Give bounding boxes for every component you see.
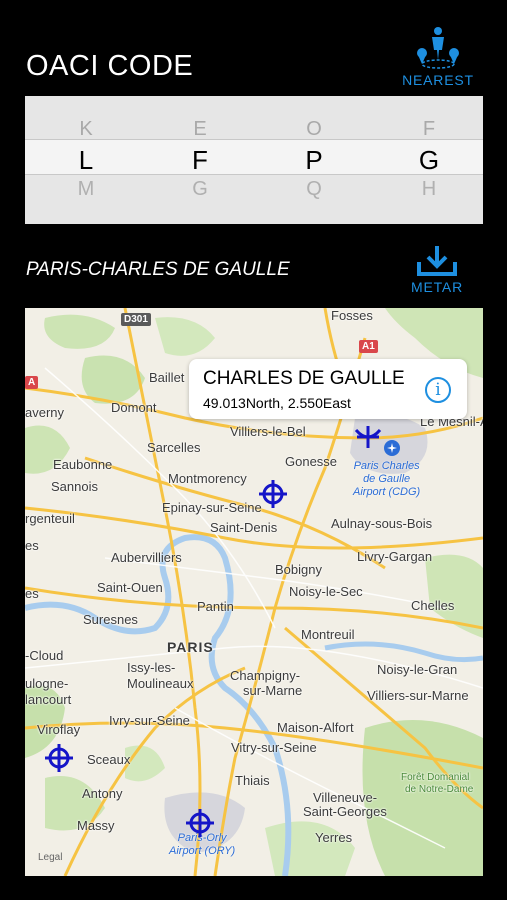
picker-prev-value[interactable]: O: [289, 118, 339, 141]
town-label: Vitry-sur-Seine: [231, 740, 317, 755]
town-label: es: [25, 538, 39, 553]
airport-label-line: Airport (CDG): [353, 486, 421, 498]
airport-label-cdg: Paris Charles de Gaulle Airport (CDG): [353, 460, 420, 499]
road-badge-a1: A1: [359, 340, 378, 353]
town-label: Suresnes: [83, 612, 138, 627]
airport-callout[interactable]: CHARLES DE GAULLE 49.013North, 2.550East…: [189, 359, 467, 419]
crosshair-airport-icon[interactable]: [258, 479, 288, 509]
metar-label: METAR: [411, 279, 463, 295]
town-label: Epinay-sur-Seine: [162, 500, 262, 515]
town-label: Thiais: [235, 773, 270, 788]
town-label: Chelles: [411, 598, 455, 613]
picker-prev-value[interactable]: E: [175, 118, 225, 141]
map-legal-link[interactable]: Legal: [38, 852, 62, 863]
crosshair-airport-icon[interactable]: [44, 743, 74, 773]
callout-coordinates: 49.013North, 2.550East: [203, 395, 351, 411]
town-label: Maison-Alfort: [277, 720, 354, 735]
town-label: Saint-Georges: [303, 804, 387, 819]
info-icon[interactable]: i: [425, 377, 451, 403]
nearest-label: NEAREST: [402, 72, 474, 88]
nearest-button[interactable]: NEAREST: [402, 26, 474, 90]
metar-button[interactable]: METAR: [406, 244, 468, 300]
airport-plane-icon: [384, 440, 400, 456]
town-label: Pantin: [197, 599, 234, 614]
town-label: Aulnay-sous-Bois: [331, 516, 433, 531]
town-label: ulogne-: [25, 676, 69, 691]
forest-label: Forêt Domanial: [401, 772, 470, 783]
picker-current-value[interactable]: L: [61, 145, 111, 176]
download-icon: [417, 246, 457, 276]
town-label: Villiers-le-Bel: [230, 424, 306, 439]
town-label: averny: [25, 405, 65, 420]
town-label-paris: PARIS: [167, 639, 214, 655]
airport-label-line: Airport (ORY): [169, 845, 236, 857]
town-label: Gonesse: [285, 454, 338, 469]
town-label: Bobigny: [275, 562, 322, 577]
crosshair-airport-icon[interactable]: [185, 808, 215, 838]
town-label: Noisy-le-Gran: [377, 662, 458, 677]
forest-label: de Notre-Dame: [405, 784, 474, 795]
town-label: Livry-Gargan: [357, 549, 433, 564]
picker-prev-value[interactable]: F: [404, 118, 454, 141]
town-label: Sarcelles: [147, 440, 201, 455]
town-label: rgenteuil: [25, 511, 75, 526]
town-label: Montreuil: [301, 627, 355, 642]
town-label: Fosses: [331, 308, 373, 323]
town-label: Domont: [111, 400, 157, 415]
town-label: Villeneuve-: [313, 790, 378, 805]
road-badge-a4: A: [25, 376, 39, 389]
town-label: Villiers-sur-Marne: [367, 688, 469, 703]
town-label: Aubervilliers: [111, 550, 182, 565]
picker-next-value[interactable]: G: [175, 178, 225, 201]
picker-prev-value[interactable]: K: [61, 118, 111, 141]
airport-map[interactable]: D301 A1 A Fosses Baillet Domont averny V…: [25, 308, 483, 876]
oaci-code-picker[interactable]: K L M E F G O P Q F G H: [25, 96, 483, 224]
town-label: es: [25, 586, 39, 601]
nearest-person-icon: [417, 27, 459, 69]
town-label: Saint-Ouen: [97, 580, 163, 595]
picker-current-value[interactable]: F: [175, 145, 225, 176]
town-label: Issy-les-: [127, 660, 176, 675]
airport-label-line: de Gaulle: [363, 473, 411, 485]
town-label: Saint-Denis: [210, 520, 278, 535]
road-badge-d301: D301: [121, 313, 151, 326]
town-label: Eaubonne: [53, 457, 113, 472]
town-label: Antony: [82, 786, 123, 801]
airport-label-line: Paris Charles: [353, 460, 420, 472]
town-label: Montmorency: [168, 471, 247, 486]
town-label: Ivry-sur-Seine: [109, 713, 190, 728]
page-title: OACI CODE: [26, 50, 194, 82]
picker-current-value[interactable]: P: [289, 145, 339, 176]
town-label: Sceaux: [87, 752, 131, 767]
picker-current-value[interactable]: G: [404, 145, 454, 176]
town-label: Noisy-le-Sec: [289, 584, 363, 599]
picker-next-value[interactable]: M: [61, 178, 111, 201]
town-label: Baillet: [149, 370, 185, 385]
town-label: lancourt: [25, 692, 72, 707]
town-label: Moulineaux: [127, 676, 194, 691]
crosshair-airport-icon[interactable]: [353, 422, 383, 452]
town-label: Viroflay: [37, 722, 81, 737]
town-label: -Cloud: [25, 648, 64, 663]
picker-next-value[interactable]: H: [404, 178, 454, 201]
town-label: Massy: [77, 818, 115, 833]
town-label: Sannois: [51, 479, 98, 494]
town-label: Champigny-: [230, 668, 301, 683]
callout-title: CHARLES DE GAULLE: [203, 368, 405, 389]
picker-next-value[interactable]: Q: [289, 178, 339, 201]
airport-name: PARIS-CHARLES DE GAULLE: [26, 259, 290, 280]
town-label: Yerres: [315, 830, 353, 845]
town-label: sur-Marne: [243, 683, 303, 698]
